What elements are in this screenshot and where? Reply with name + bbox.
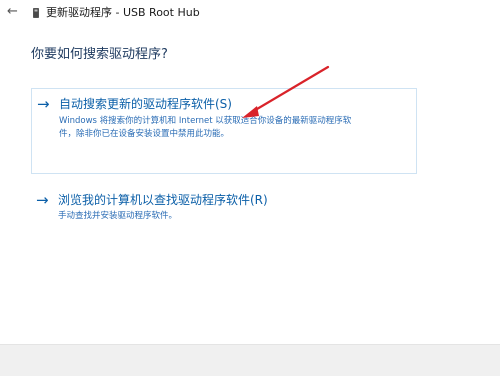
window-title: 更新驱动程序 - USB Root Hub <box>46 6 200 19</box>
arrow-right-icon: → <box>36 191 49 209</box>
title-bar: ← 更新驱动程序 - USB Root Hub <box>0 0 500 26</box>
footer-bar <box>0 344 500 376</box>
auto-search-option[interactable]: → 自动搜索更新的驱动程序软件(S) Windows 将搜索你的计算机和 Int… <box>31 88 417 174</box>
auto-search-title: 自动搜索更新的驱动程序软件(S) <box>59 97 232 111</box>
arrow-right-icon: → <box>37 95 50 113</box>
browse-computer-title: 浏览我的计算机以查找驱动程序软件(R) <box>58 193 268 207</box>
page-heading: 你要如何搜索驱动程序? <box>31 47 168 62</box>
auto-search-description-line: 件，除非你已在设备安装设置中禁用此功能。 <box>59 129 230 139</box>
back-arrow-icon[interactable]: ← <box>7 5 18 19</box>
usb-device-icon <box>33 8 39 18</box>
browse-computer-option[interactable]: → 浏览我的计算机以查找驱动程序软件(R) 手动查找并安装驱动程序软件。 <box>31 189 417 229</box>
auto-search-description-line: Windows 将搜索你的计算机和 Internet 以获取适合你设备的最新驱动… <box>59 116 352 126</box>
browse-computer-description: 手动查找并安装驱动程序软件。 <box>58 211 178 221</box>
auto-search-description: Windows 将搜索你的计算机和 Internet 以获取适合你设备的最新驱动… <box>59 115 419 141</box>
